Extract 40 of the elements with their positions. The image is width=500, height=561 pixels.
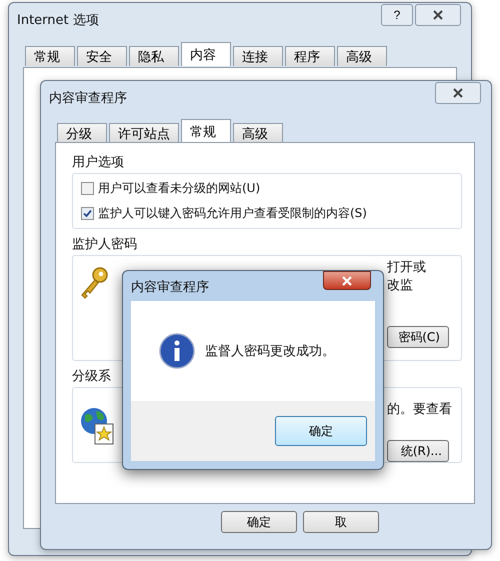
checkbox-label: 监护人可以键入密码允许用户查看受限制的内容(S) xyxy=(98,205,367,222)
tab[interactable]: 高级 xyxy=(233,123,283,143)
globe-document-icon xyxy=(79,406,115,446)
close-button[interactable] xyxy=(323,271,371,290)
info-icon xyxy=(159,333,195,369)
tab[interactable]: 安全 xyxy=(77,46,127,66)
tab[interactable]: 隐私 xyxy=(129,46,179,66)
tab[interactable]: 内容 xyxy=(181,42,231,66)
group-label: 分级系 xyxy=(72,368,112,385)
close-icon xyxy=(452,88,464,98)
tab[interactable]: 分级 xyxy=(57,123,107,143)
rating-systems-button[interactable]: 统(R)... xyxy=(387,440,449,462)
ok-button[interactable]: 确定 xyxy=(275,416,367,446)
tab[interactable]: 常规 xyxy=(181,119,231,143)
key-icon xyxy=(79,266,109,300)
close-icon xyxy=(341,276,353,286)
tab[interactable]: 许可站点 xyxy=(109,123,179,143)
checkbox[interactable] xyxy=(81,207,94,220)
close-button[interactable] xyxy=(435,82,481,104)
close-icon xyxy=(432,10,444,20)
description-text: 打开或 xyxy=(387,259,426,276)
tab[interactable]: 程序 xyxy=(285,46,335,66)
window-title: 内容审查程序 xyxy=(49,90,127,107)
tab[interactable]: 常规 xyxy=(25,46,75,66)
tab[interactable]: 高级 xyxy=(337,46,387,66)
dialog-button[interactable]: 确定 xyxy=(221,511,297,533)
description-text: 改监 xyxy=(387,277,414,294)
group-label: 用户选项 xyxy=(72,154,125,171)
change-password-button[interactable]: 密码(C) xyxy=(387,326,449,348)
message-text: 监督人密码更改成功。 xyxy=(205,343,335,360)
window-title: 内容审查程序 xyxy=(131,279,209,296)
group-label: 监护人密码 xyxy=(72,236,138,253)
dialog-button[interactable]: 取 xyxy=(303,511,379,533)
checkbox[interactable] xyxy=(81,182,94,195)
description-text: 的。要查看 xyxy=(387,401,452,418)
close-button[interactable] xyxy=(415,4,461,26)
help-button[interactable]: ? xyxy=(381,4,413,26)
checkbox-label: 用户可以查看未分级的网站(U) xyxy=(98,180,260,197)
tab[interactable]: 连接 xyxy=(233,46,283,66)
window-title: Internet 选项 xyxy=(17,12,99,29)
